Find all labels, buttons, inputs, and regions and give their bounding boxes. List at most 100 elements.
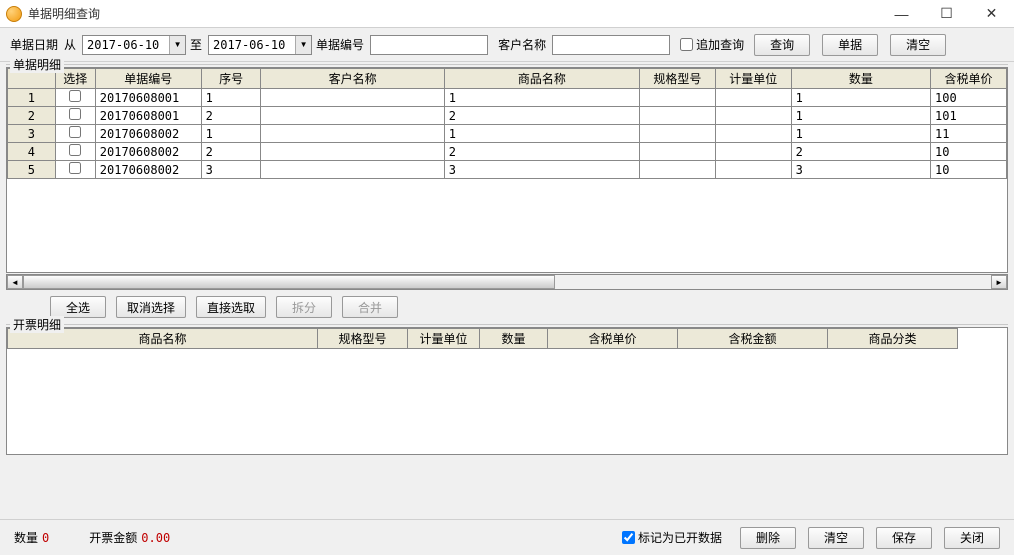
cell-seq[interactable]: 2 xyxy=(201,143,261,161)
cell-seq[interactable]: 1 xyxy=(201,125,261,143)
append-query-check-input[interactable] xyxy=(680,38,693,51)
row-select-checkbox[interactable] xyxy=(69,162,81,174)
scroll-right-icon[interactable]: ► xyxy=(991,275,1007,289)
cell-spec[interactable] xyxy=(639,143,715,161)
cell-unit[interactable] xyxy=(715,89,791,107)
cell-docno[interactable]: 20170608001 xyxy=(95,107,201,125)
cell-seq[interactable]: 2 xyxy=(201,107,261,125)
detail-grid[interactable]: 选择 单据编号 序号 客户名称 商品名称 规格型号 计量单位 数量 含税单价 1… xyxy=(6,67,1008,273)
row-select-cell[interactable] xyxy=(55,89,95,107)
row-select-cell[interactable] xyxy=(55,143,95,161)
cell-spec[interactable] xyxy=(639,89,715,107)
doc-no-input[interactable] xyxy=(370,35,488,55)
cell-customer[interactable] xyxy=(261,125,444,143)
cell-qty[interactable]: 1 xyxy=(791,89,930,107)
cell-docno[interactable]: 20170608002 xyxy=(95,125,201,143)
date-to-input[interactable] xyxy=(209,36,295,54)
detail-hscrollbar[interactable]: ◄ ► xyxy=(6,274,1008,290)
row-select-checkbox[interactable] xyxy=(69,144,81,156)
inv-col-spec[interactable]: 规格型号 xyxy=(318,329,408,349)
col-product[interactable]: 商品名称 xyxy=(444,69,639,89)
save-button[interactable]: 保存 xyxy=(876,527,932,549)
cell-product[interactable]: 2 xyxy=(444,143,639,161)
cell-customer[interactable] xyxy=(261,107,444,125)
minimize-button[interactable]: — xyxy=(879,0,924,28)
table-row[interactable]: 32017060800211111 xyxy=(8,125,1007,143)
cell-price[interactable]: 10 xyxy=(931,143,1007,161)
cell-spec[interactable] xyxy=(639,125,715,143)
col-unit[interactable]: 计量单位 xyxy=(715,69,791,89)
delete-button[interactable]: 删除 xyxy=(740,527,796,549)
row-select-checkbox[interactable] xyxy=(69,126,81,138)
table-row[interactable]: 52017060800233310 xyxy=(8,161,1007,179)
cell-spec[interactable] xyxy=(639,161,715,179)
col-spec[interactable]: 规格型号 xyxy=(639,69,715,89)
select-all-button[interactable]: 全选 xyxy=(50,296,106,318)
invoice-grid[interactable]: 商品名称 规格型号 计量单位 数量 含税单价 含税金额 商品分类 xyxy=(6,327,1008,455)
row-select-cell[interactable] xyxy=(55,125,95,143)
doc-button[interactable]: 单据 xyxy=(822,34,878,56)
cell-qty[interactable]: 3 xyxy=(791,161,930,179)
cell-docno[interactable]: 20170608002 xyxy=(95,161,201,179)
cell-unit[interactable] xyxy=(715,107,791,125)
deselect-button[interactable]: 取消选择 xyxy=(116,296,186,318)
row-select-cell[interactable] xyxy=(55,161,95,179)
cell-unit[interactable] xyxy=(715,125,791,143)
date-from-input[interactable] xyxy=(83,36,169,54)
mark-check-input[interactable] xyxy=(622,531,635,544)
clear-query-button[interactable]: 清空 xyxy=(890,34,946,56)
customer-input[interactable] xyxy=(552,35,670,55)
direct-pick-button[interactable]: 直接选取 xyxy=(196,296,266,318)
scroll-thumb[interactable] xyxy=(23,275,555,289)
cell-price[interactable]: 101 xyxy=(931,107,1007,125)
scroll-track[interactable] xyxy=(23,275,991,289)
cell-price[interactable]: 10 xyxy=(931,161,1007,179)
cell-customer[interactable] xyxy=(261,89,444,107)
clear-invoice-button[interactable]: 清空 xyxy=(808,527,864,549)
row-select-checkbox[interactable] xyxy=(69,90,81,102)
date-from-combo[interactable]: ▼ xyxy=(82,35,186,55)
table-row[interactable]: 42017060800222210 xyxy=(8,143,1007,161)
col-seq[interactable]: 序号 xyxy=(201,69,261,89)
date-to-combo[interactable]: ▼ xyxy=(208,35,312,55)
col-price[interactable]: 含税单价 xyxy=(931,69,1007,89)
cell-product[interactable]: 1 xyxy=(444,89,639,107)
scroll-left-icon[interactable]: ◄ xyxy=(7,275,23,289)
cell-docno[interactable]: 20170608002 xyxy=(95,143,201,161)
cell-product[interactable]: 2 xyxy=(444,107,639,125)
merge-button[interactable]: 合并 xyxy=(342,296,398,318)
cell-unit[interactable] xyxy=(715,143,791,161)
table-row[interactable]: 220170608001221101 xyxy=(8,107,1007,125)
split-button[interactable]: 拆分 xyxy=(276,296,332,318)
cell-seq[interactable]: 3 xyxy=(201,161,261,179)
maximize-button[interactable]: ☐ xyxy=(924,0,969,28)
col-qty[interactable]: 数量 xyxy=(791,69,930,89)
inv-col-category[interactable]: 商品分类 xyxy=(828,329,958,349)
close-app-button[interactable]: 关闭 xyxy=(944,527,1000,549)
cell-seq[interactable]: 1 xyxy=(201,89,261,107)
inv-col-price[interactable]: 含税单价 xyxy=(548,329,678,349)
cell-qty[interactable]: 1 xyxy=(791,107,930,125)
col-customer[interactable]: 客户名称 xyxy=(261,69,444,89)
close-button[interactable]: ✕ xyxy=(969,0,1014,28)
inv-col-amount[interactable]: 含税金额 xyxy=(678,329,828,349)
cell-product[interactable]: 3 xyxy=(444,161,639,179)
mark-checkbox[interactable]: 标记为已开数据 xyxy=(622,529,722,546)
cell-product[interactable]: 1 xyxy=(444,125,639,143)
cell-price[interactable]: 100 xyxy=(931,89,1007,107)
cell-spec[interactable] xyxy=(639,107,715,125)
query-button[interactable]: 查询 xyxy=(754,34,810,56)
inv-col-unit[interactable]: 计量单位 xyxy=(408,329,480,349)
col-docno[interactable]: 单据编号 xyxy=(95,69,201,89)
cell-price[interactable]: 11 xyxy=(931,125,1007,143)
date-from-dropdown-icon[interactable]: ▼ xyxy=(169,36,185,54)
append-query-checkbox[interactable]: 追加查询 xyxy=(680,36,744,53)
cell-customer[interactable] xyxy=(261,161,444,179)
cell-unit[interactable] xyxy=(715,161,791,179)
cell-qty[interactable]: 1 xyxy=(791,125,930,143)
cell-qty[interactable]: 2 xyxy=(791,143,930,161)
inv-col-qty[interactable]: 数量 xyxy=(480,329,548,349)
row-select-checkbox[interactable] xyxy=(69,108,81,120)
date-to-dropdown-icon[interactable]: ▼ xyxy=(295,36,311,54)
cell-customer[interactable] xyxy=(261,143,444,161)
